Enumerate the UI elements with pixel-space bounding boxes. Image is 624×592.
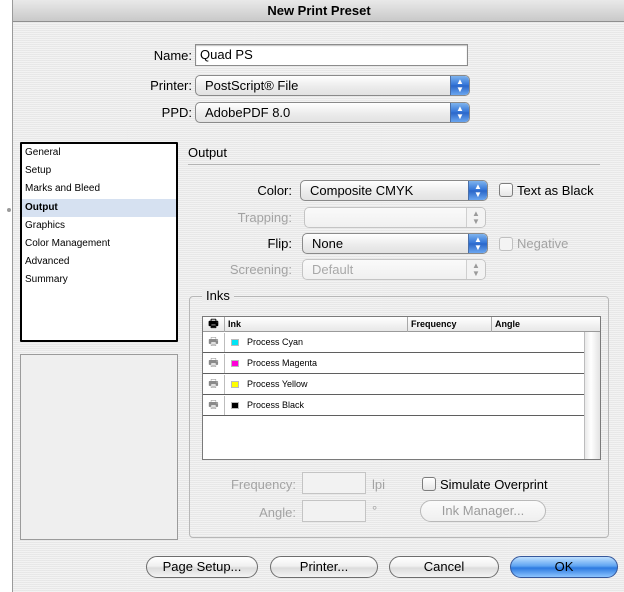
trapping-label: Trapping: bbox=[237, 210, 292, 225]
screening-label: Screening: bbox=[229, 262, 292, 277]
ink-name: Process Yellow bbox=[247, 379, 308, 389]
ink-row[interactable]: 🖶 Process Yellow bbox=[203, 375, 584, 395]
updown-arrows-icon: ▲ ▼ bbox=[468, 181, 487, 200]
sidebar-item-advanced[interactable]: Advanced bbox=[22, 253, 176, 271]
updown-arrows-icon: ▲ ▼ bbox=[450, 103, 469, 122]
printer-label: Printer: bbox=[150, 78, 192, 93]
negative-checkbox[interactable] bbox=[499, 237, 513, 251]
cancel-button[interactable]: Cancel bbox=[389, 556, 499, 578]
ppd-label: PPD: bbox=[161, 105, 192, 120]
ink-name: Process Cyan bbox=[247, 337, 304, 347]
color-popup-value: Composite CMYK bbox=[310, 183, 414, 198]
ink-name: Process Black bbox=[247, 400, 305, 410]
section-divider bbox=[188, 164, 600, 165]
printer-icon[interactable]: 🖶 bbox=[203, 375, 225, 394]
preview-area bbox=[20, 354, 178, 540]
window-title: New Print Preset bbox=[13, 0, 624, 22]
sidebar-item-graphics[interactable]: Graphics bbox=[22, 217, 176, 235]
ink-row[interactable]: 🖶 Process Cyan bbox=[203, 333, 584, 353]
ink-color-swatch bbox=[231, 360, 239, 367]
col-angle[interactable]: Angle bbox=[492, 317, 599, 332]
ink-color-swatch bbox=[231, 381, 239, 388]
flip-popup-value: None bbox=[312, 236, 344, 251]
updown-arrows-icon: ▲ ▼ bbox=[466, 260, 485, 279]
ink-color-swatch bbox=[231, 339, 239, 346]
frequency-label: Frequency: bbox=[230, 477, 296, 492]
color-popup[interactable]: Composite CMYK ▲ ▼ bbox=[300, 180, 488, 201]
flip-popup[interactable]: None ▲ ▼ bbox=[302, 233, 488, 254]
ink-name: Process Magenta bbox=[247, 358, 318, 368]
ink-row[interactable]: 🖶 Process Black bbox=[203, 396, 584, 416]
printer-popup[interactable]: PostScript® File ▲ ▼ bbox=[195, 75, 470, 96]
ppd-popup[interactable]: AdobePDF 8.0 ▲ ▼ bbox=[195, 102, 470, 123]
name-label: Name: bbox=[153, 48, 192, 63]
ink-table[interactable]: 🖶 Ink Frequency Angle 🖶 Process Cyan 🖶 Proc… bbox=[202, 316, 601, 460]
frequency-field[interactable] bbox=[302, 472, 366, 494]
sidebar-item-setup[interactable]: Setup bbox=[22, 162, 176, 180]
angle-unit: ° bbox=[372, 503, 378, 518]
category-list[interactable]: General Setup Marks and Bleed Output Graphic… bbox=[20, 142, 178, 342]
text-as-black-label: Text as Black bbox=[517, 183, 594, 198]
sidebar-item-color-management[interactable]: Color Management bbox=[22, 235, 176, 253]
updown-arrows-icon: ▲ ▼ bbox=[466, 208, 485, 227]
updown-arrows-icon: ▲ ▼ bbox=[450, 76, 469, 95]
simulate-overprint-label: Simulate Overprint bbox=[440, 477, 548, 492]
frequency-unit: lpi bbox=[372, 477, 386, 492]
col-ink[interactable]: Ink bbox=[225, 317, 408, 332]
ok-button[interactable]: OK bbox=[510, 556, 618, 578]
screening-popup-value: Default bbox=[312, 262, 354, 277]
page-setup-button[interactable]: Page Setup... bbox=[146, 556, 258, 578]
sidebar-item-general[interactable]: General bbox=[22, 144, 176, 162]
sidebar-item-output[interactable]: Output bbox=[22, 198, 176, 217]
sidebar-item-summary[interactable]: Summary bbox=[22, 271, 176, 289]
angle-label: Angle: bbox=[259, 505, 296, 520]
printer-icon: 🖶 bbox=[203, 317, 225, 332]
ink-manager-button[interactable]: Ink Manager... bbox=[420, 500, 546, 522]
name-field[interactable]: Quad PS bbox=[195, 44, 468, 66]
printer-button[interactable]: Printer... bbox=[270, 556, 378, 578]
screening-popup[interactable]: Default ▲ ▼ bbox=[302, 259, 486, 280]
printer-popup-value: PostScript® File bbox=[205, 78, 299, 93]
inks-group-title: Inks bbox=[202, 288, 234, 303]
printer-icon[interactable]: 🖶 bbox=[203, 354, 225, 373]
printer-icon[interactable]: 🖶 bbox=[203, 333, 225, 352]
trapping-popup[interactable]: ▲ ▼ bbox=[304, 207, 486, 228]
ink-table-scrollbar[interactable] bbox=[584, 332, 600, 459]
simulate-overprint-checkbox[interactable] bbox=[422, 477, 436, 491]
ink-table-header: 🖶 Ink Frequency Angle bbox=[203, 317, 600, 332]
ink-color-swatch bbox=[231, 402, 239, 409]
resize-grip-dot bbox=[7, 208, 11, 212]
col-frequency[interactable]: Frequency bbox=[408, 317, 492, 332]
text-as-black-checkbox[interactable] bbox=[499, 183, 513, 197]
ink-row[interactable]: 🖶 Process Magenta bbox=[203, 354, 584, 374]
angle-field[interactable] bbox=[302, 500, 366, 522]
ppd-popup-value: AdobePDF 8.0 bbox=[205, 105, 291, 120]
printer-icon[interactable]: 🖶 bbox=[203, 396, 225, 415]
negative-label: Negative bbox=[517, 236, 569, 251]
section-title: Output bbox=[188, 145, 228, 160]
color-label: Color: bbox=[257, 183, 292, 198]
updown-arrows-icon: ▲ ▼ bbox=[468, 234, 487, 253]
sidebar-item-marks-and-bleed[interactable]: Marks and Bleed bbox=[22, 180, 176, 198]
flip-label: Flip: bbox=[267, 236, 292, 251]
